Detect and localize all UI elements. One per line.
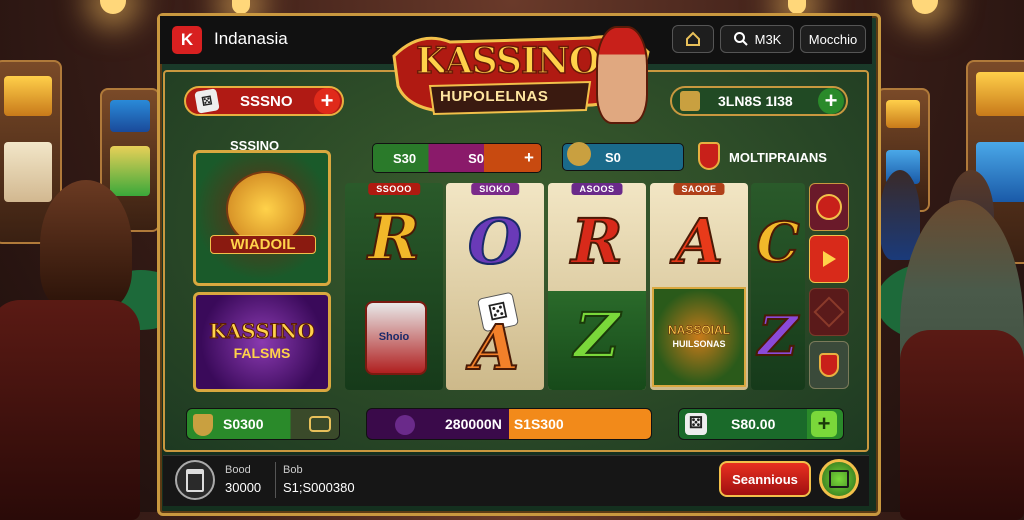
reel-5-symbol-top: C [756,209,801,275]
menu-button[interactable] [175,460,215,500]
add-jackpot-button[interactable]: + [818,88,844,114]
bet-value-right: S1S300 [513,416,564,432]
reel-4[interactable]: SAOOE A NASSOIAL HUILSONAS [650,183,748,390]
footer-label-2: Bob [283,464,303,476]
footer-value-1: 30000 [225,480,262,495]
reel-5[interactable]: C Z [751,183,805,390]
reel-1[interactable]: SSOOO R Shoio [345,183,443,390]
stat-c-bar[interactable]: S0 [562,142,684,171]
region-label[interactable]: Indanasia [214,29,288,49]
bonus-badge-title: NASSOIAL [667,323,731,338]
reel-3-symbol-bottom: Z [573,299,620,372]
reel-3-header: ASOOS [571,183,623,195]
add-win-button[interactable]: + [811,411,837,437]
bonus-button[interactable] [809,183,849,231]
mode-button[interactable]: Mocchio [800,25,866,53]
reel-4-header: SAOOE [673,183,725,195]
spin-label: Seannious [732,471,798,487]
shield-icon [698,142,720,170]
reel-3-symbol-top: R [570,205,624,278]
logo-title: KASSINO [415,39,601,83]
reel-2-symbol-top: O [467,205,523,278]
add-coins-button[interactable]: + [314,88,340,114]
win-value: S80.00 [731,416,776,432]
logo-subtitle: HUPOLELNAS [440,88,549,105]
footer-value-2: S1;S000380 [283,480,355,495]
reel-2-symbol-bottom: A [470,311,520,384]
footer-bar: Bood 30000 Bob S1;S000380 Seannious [163,455,869,506]
shield-button[interactable] [809,341,849,389]
home-button[interactable] [672,25,714,53]
balance-bar[interactable]: S0300 [186,408,340,440]
dice-icon: ⚄ [194,88,220,114]
star-icon [816,194,842,220]
chair-left [0,300,140,520]
footer-label-1: Bood [225,464,251,476]
multiplier-label: MOLTIPRAIANS [729,150,827,165]
bonus-badge: NASSOIAL HUILSONAS [652,287,746,387]
bonus-badge-subtitle: HUILSONAS [672,339,726,349]
reel-5-symbol-bottom: Z [757,303,798,369]
square-icon [829,470,849,488]
shield-icon [819,353,839,377]
reel-2-header: SIOKO [471,183,519,195]
bet-progress-bar[interactable]: 280000N S1S300 [366,408,652,440]
coin-balance-label: SSSNO [240,92,293,110]
ceiling-light [788,0,806,14]
game-tile-label: WIADOIL [210,235,316,254]
game-tile-title: KASSINO [209,319,316,344]
shield-icon [193,414,213,436]
game-tile-kassino-falsms[interactable]: KASSINO FALSMS [193,292,331,392]
reel-1-symbol-top: R [367,201,421,274]
search-button[interactable]: M3K [720,25,794,53]
jackpot-label: 3LN8S 1I38 [718,93,793,109]
stat-b: S0 [468,150,485,166]
wallet-icon [309,416,331,432]
jester-mascot [596,26,648,124]
ceiling-light [232,0,250,14]
reel-2[interactable]: SIOKO O ⚄ A [446,183,544,390]
reel-1-header: SSOOO [368,183,420,195]
reel-3[interactable]: ASOOS R Z [548,183,646,390]
footer-divider [275,462,276,498]
spin-button[interactable]: Seannious [719,461,811,497]
stats-bar[interactable]: S30 S0 + [372,143,542,173]
ceiling-light [100,0,126,14]
stop-button[interactable] [809,288,849,336]
coin-bag-icon [567,142,591,166]
brand-logo-text: K [180,30,194,49]
stat-c: S0 [605,149,621,165]
win-bar[interactable]: ⚄ S80.00 + [678,408,844,440]
balance-value: S0300 [223,416,264,432]
player-left [40,180,132,310]
brand-logo[interactable]: K [172,26,202,54]
jackpot-pill[interactable]: 3LN8S 1I38 + [670,86,848,116]
reel-4-symbol-top: A [674,205,724,278]
play-button[interactable] [809,235,849,283]
mode-label: Mocchio [808,31,858,47]
bet-value-left: 280000N [445,416,502,432]
treasure-icon [680,91,700,111]
chair-right [900,330,1024,520]
trash-icon [186,468,204,492]
coin-balance-pill[interactable]: SSSNO ⚄ + [184,86,344,116]
stat-a: S30 [393,150,417,166]
home-icon [686,31,700,46]
search-icon [733,32,748,46]
play-icon [823,251,836,267]
add-stat-button[interactable]: + [524,148,534,168]
ceiling-light [912,0,938,14]
dice-icon: ⚄ [685,413,707,435]
game-tile-subtitle: FALSMS [233,345,291,361]
chip-icon [395,415,415,435]
game-tile-wiadoil[interactable]: WIADOIL [193,150,331,286]
diamond-icon [813,296,845,328]
autoplay-button[interactable] [819,459,859,499]
game-logo: KASSINO HUPOLELNAS [390,26,652,124]
search-label: M3K [754,31,782,47]
reel-1-badge: Shoio [378,331,410,343]
